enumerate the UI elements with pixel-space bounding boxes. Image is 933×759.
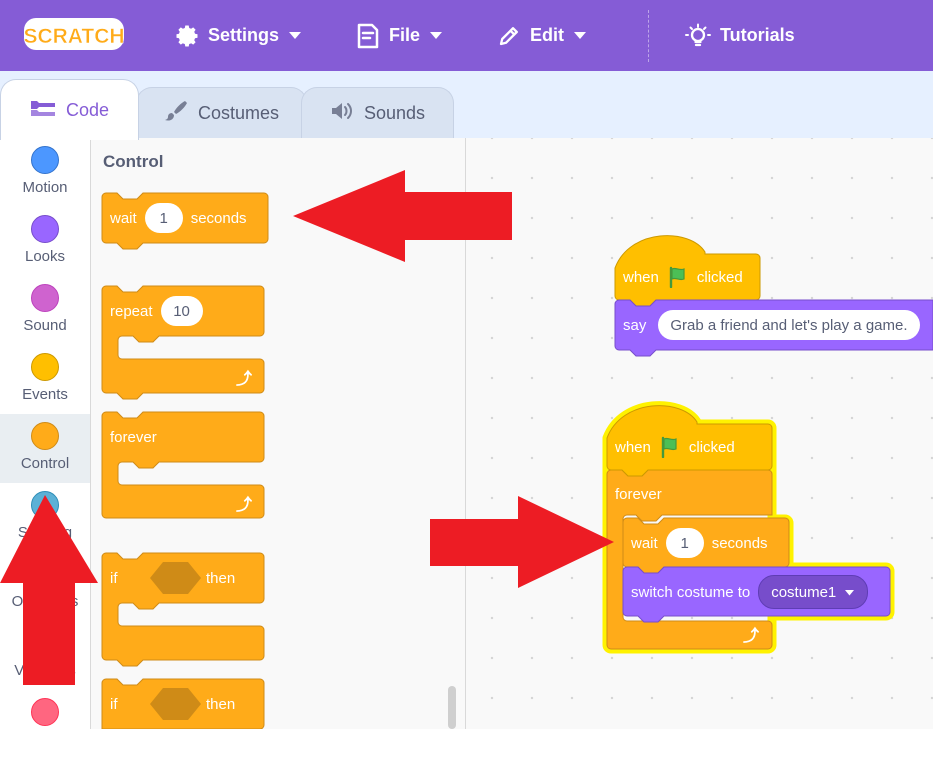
block-text: forever	[615, 485, 662, 503]
dropdown-value: costume1	[771, 583, 837, 601]
block-text: seconds	[711, 534, 768, 552]
block-text: clicked	[688, 438, 735, 456]
green-flag-icon	[659, 436, 681, 458]
say-text-input[interactable]: Grab a friend and let's play a game.	[658, 310, 920, 340]
costume-dropdown[interactable]: costume1	[758, 575, 869, 609]
block-text: say	[623, 316, 647, 334]
number-input[interactable]: 1	[665, 528, 704, 558]
tab-code-label: Code	[65, 99, 110, 120]
block-text: when	[623, 268, 659, 286]
block-text: wait	[631, 534, 658, 552]
hat-content: when clicked	[607, 424, 735, 470]
tab-code[interactable]: Code	[0, 79, 139, 140]
hat-content: when clicked	[615, 254, 743, 300]
switch-costume-content: switch costume to costume1	[623, 568, 869, 616]
block-text: clicked	[696, 268, 743, 286]
forever-content: forever	[607, 472, 662, 516]
code-icon	[30, 99, 56, 122]
dropdown-caret-icon	[844, 584, 855, 601]
say-content: say Grab a friend and let's play a game.	[615, 302, 920, 348]
green-flag-icon	[667, 266, 689, 288]
wait-content: wait 1 seconds	[623, 519, 768, 567]
workspace-block-shapes	[602, 235, 933, 654]
loop-arrow-icon: ⤴	[743, 628, 760, 645]
block-text: when	[615, 438, 651, 456]
block-text: switch costume to	[631, 583, 751, 601]
